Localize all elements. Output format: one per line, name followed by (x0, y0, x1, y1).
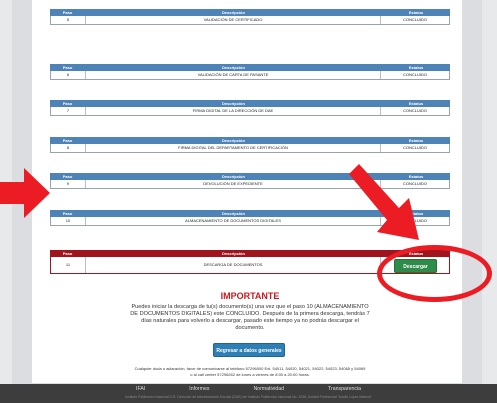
step-number: 9 (51, 180, 86, 188)
step-number: 8 (51, 144, 86, 152)
header-descripcion: Descripción (222, 65, 245, 70)
step-status: CONCLUIDO (402, 145, 427, 150)
step-table-5: Paso Descripción Estatus 5 VALIDACIÓN DE CE… (50, 9, 450, 25)
left-arrow-annotation-icon (0, 168, 50, 218)
important-notice: IMPORTANTE Puedes iniciar la descarga de… (130, 291, 370, 332)
header-descripcion: Descripción (222, 10, 245, 15)
step-status: CONCLUIDO (402, 72, 427, 77)
header-paso: Paso (62, 138, 73, 143)
footer-link-normatividad[interactable]: Normatividad (253, 386, 284, 393)
table-header: Paso Descripción Estatus (50, 137, 450, 144)
header-descripcion: Descripción (222, 138, 245, 143)
header-descripcion: Descripción (222, 174, 245, 179)
footer-link-transparencia[interactable]: Transparencia (328, 386, 361, 393)
header-paso: Paso (62, 211, 73, 216)
table-header: Paso Descripción Estatus (50, 9, 450, 16)
footer-link-ifai[interactable]: IFAI (136, 386, 145, 393)
header-estatus: Estatus (408, 101, 424, 106)
step-description: VALIDACIÓN DE CARTA DE PASANTE (86, 71, 381, 79)
table-header: Paso Descripción Estatus (50, 100, 450, 107)
footer-fine-print: Instituto Politécnico Nacional D.R. Dire… (125, 395, 372, 399)
step-description: FIRMA DIGITAL DE LA DIRECCIÓN DE DAE (86, 107, 381, 115)
footer-link-informes[interactable]: Informes (189, 386, 209, 393)
step-table-6: Paso Descripción Estatus 6 VALIDACIÓN DE CA… (50, 64, 450, 80)
header-descripcion: Descripción (222, 251, 245, 256)
table-row: 6 VALIDACIÓN DE CARTA DE PASANTE CONCLUIDO (50, 71, 450, 80)
table-row: 5 VALIDACIÓN DE CERTIFICADO CONCLUIDO (50, 16, 450, 25)
step-description: VALIDACIÓN DE CERTIFICADO (86, 16, 381, 24)
footer: IFAI Informes Normatividad Transparencia… (0, 384, 497, 403)
step-description: FIRMA DIGITAL DEL DEPARTAMENTO DE CERTIF… (86, 144, 381, 152)
table-header: Paso Descripción Estatus (50, 64, 450, 71)
header-paso: Paso (62, 101, 73, 106)
header-descripcion: Descripción (222, 101, 245, 106)
header-estatus: Estatus (408, 65, 424, 70)
table-row: 8 FIRMA DIGITAL DEL DEPARTAMENTO DE CERTI… (50, 144, 450, 153)
step-number: 5 (51, 16, 86, 24)
step-number: 10 (51, 217, 86, 225)
step-table-8: Paso Descripción Estatus 8 FIRMA DIGITAL DE… (50, 137, 450, 153)
contact-info: Cualquier duda o aclaración, favor de co… (80, 366, 420, 378)
header-descripcion: Descripción (222, 211, 245, 216)
step-status: CONCLUIDO (402, 17, 427, 22)
step-description: DESCARGA DE DOCUMENTOS (86, 257, 381, 273)
header-paso: Paso (62, 174, 73, 179)
important-body: Puedes iniciar la descarga de tu(s) docu… (130, 304, 370, 331)
important-title: IMPORTANTE (220, 291, 280, 301)
step-table-7: Paso Descripción Estatus 7 FIRMA DIGITAL DE… (50, 100, 450, 116)
footer-links: IFAI Informes Normatividad Transparencia (0, 384, 497, 393)
step-description: ALMACENAMIENTO DE DOCUMENTOS DIGITALES (86, 217, 381, 225)
header-estatus: Estatus (408, 138, 424, 143)
table-row: 7 FIRMA DIGITAL DE LA DIRECCIÓN DE DAE CON… (50, 107, 450, 116)
step-description: DEVOLUCIÓN DE EXPEDIENTE (86, 180, 381, 188)
step-number: 7 (51, 107, 86, 115)
step-number: 11 (51, 257, 86, 273)
step-number: 6 (51, 71, 86, 79)
diagonal-arrow-annotation-icon (349, 164, 419, 240)
contact-line-2: o al call center 57296262 de lunes a vie… (190, 372, 310, 377)
header-paso: Paso (62, 65, 73, 70)
header-paso: Paso (62, 251, 73, 256)
highlight-circle-annotation (377, 245, 492, 302)
step-status: CONCLUIDO (402, 108, 427, 113)
header-estatus: Estatus (408, 10, 424, 15)
header-paso: Paso (62, 10, 73, 15)
back-to-general-data-button[interactable]: Regresar a datos generales (213, 343, 285, 357)
